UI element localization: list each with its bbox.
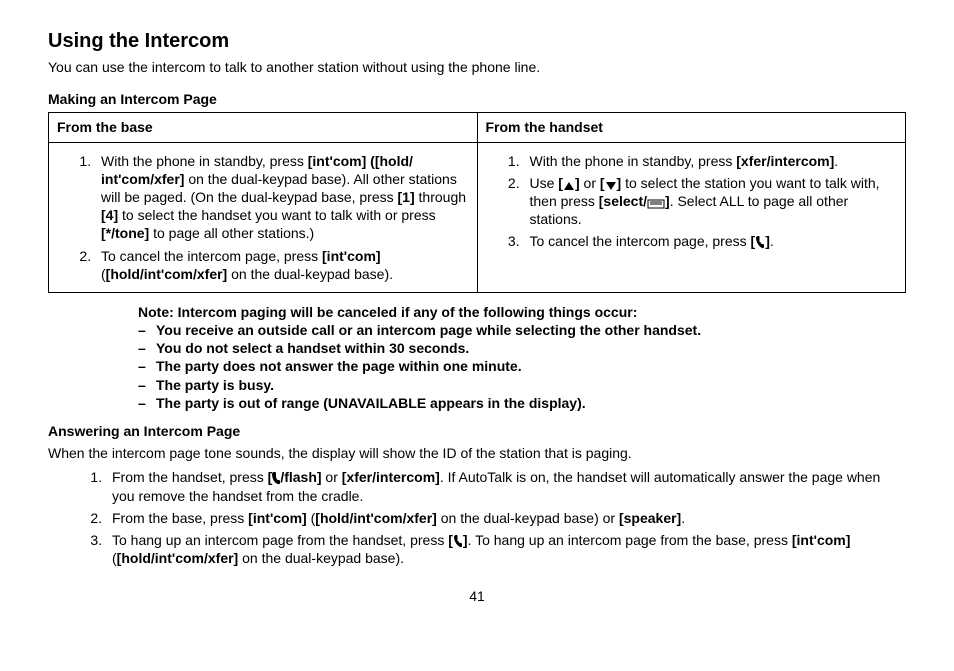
note-block: Note: Intercom paging will be canceled i… <box>138 303 906 412</box>
list-item: From the handset, press [/flash] or [xfe… <box>106 468 906 504</box>
note-item: The party does not answer the page withi… <box>156 357 522 375</box>
talk-icon <box>272 471 280 485</box>
list-item: With the phone in standby, press [xfer/i… <box>524 152 898 170</box>
making-subhead: Making an Intercom Page <box>48 90 906 108</box>
note-item: The party is out of range (UNAVAILABLE a… <box>156 394 586 412</box>
up-arrow-icon <box>563 181 575 191</box>
answering-subhead: Answering an Intercom Page <box>48 422 906 440</box>
col-base-header: From the base <box>49 113 478 142</box>
note-item: The party is busy. <box>156 376 274 394</box>
end-call-icon <box>453 534 463 548</box>
list-item: Use [] or [] to select the station you w… <box>524 174 898 229</box>
select-box-icon <box>647 199 665 209</box>
page-number: 41 <box>48 587 906 605</box>
list-item: To cancel the intercom page, press []. <box>524 232 898 250</box>
handset-cell: With the phone in standby, press [xfer/i… <box>477 142 906 292</box>
intro-text: You can use the intercom to talk to anot… <box>48 58 906 76</box>
making-table: From the base From the handset With the … <box>48 112 906 293</box>
list-item: With the phone in standby, press [int'co… <box>95 152 469 243</box>
list-item: To cancel the intercom page, press [int'… <box>95 247 469 283</box>
end-call-icon <box>755 235 765 249</box>
note-item: You do not select a handset within 30 se… <box>156 339 469 357</box>
page-title: Using the Intercom <box>48 28 906 54</box>
note-head: Note: Intercom paging will be canceled i… <box>138 303 906 321</box>
list-item: From the base, press [int'com] ([hold/in… <box>106 509 906 527</box>
answering-intro: When the intercom page tone sounds, the … <box>48 444 906 462</box>
down-arrow-icon <box>605 181 617 191</box>
note-item: You receive an outside call or an interc… <box>156 321 701 339</box>
list-item: To hang up an intercom page from the han… <box>106 531 906 567</box>
base-cell: With the phone in standby, press [int'co… <box>49 142 478 292</box>
col-handset-header: From the handset <box>477 113 906 142</box>
